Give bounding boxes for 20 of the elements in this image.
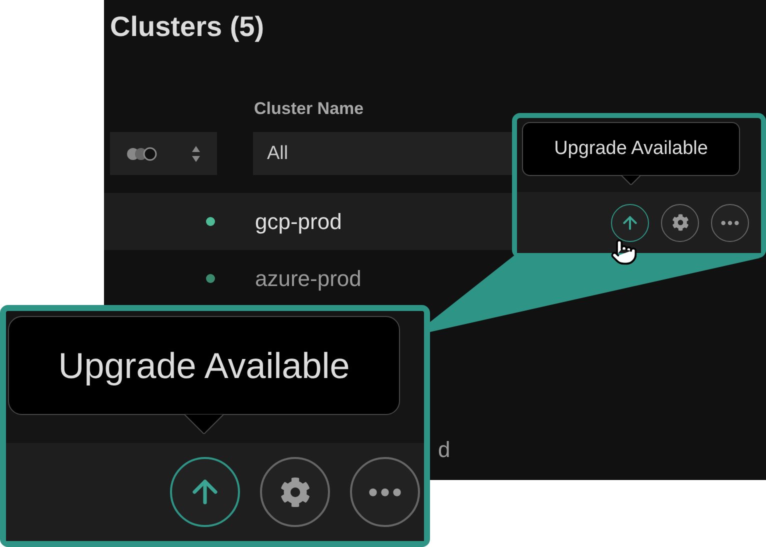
settings-icon <box>280 476 310 508</box>
cluster-name: azure-prod <box>255 266 362 292</box>
tooltip-pointer <box>184 414 224 434</box>
tooltip: Upgrade Available <box>522 122 740 176</box>
tooltip: Upgrade Available <box>8 316 400 415</box>
cluster-name: d <box>438 436 450 462</box>
settings-icon <box>672 214 688 231</box>
tooltip-pointer <box>621 175 641 185</box>
more-icon <box>720 220 740 226</box>
settings-button[interactable] <box>661 204 699 242</box>
table-row[interactable]: d <box>430 421 766 478</box>
more-button[interactable] <box>711 204 749 242</box>
upgrade-button[interactable] <box>611 204 649 242</box>
cluster-name: gcp-prod <box>255 208 342 234</box>
status-filter-select[interactable] <box>110 132 217 175</box>
sort-icon <box>191 144 201 162</box>
more-icon <box>367 486 403 498</box>
page-title: Clusters (5) <box>110 10 266 44</box>
column-header: Cluster Name <box>254 98 365 120</box>
hand-cursor-icon <box>610 238 638 266</box>
